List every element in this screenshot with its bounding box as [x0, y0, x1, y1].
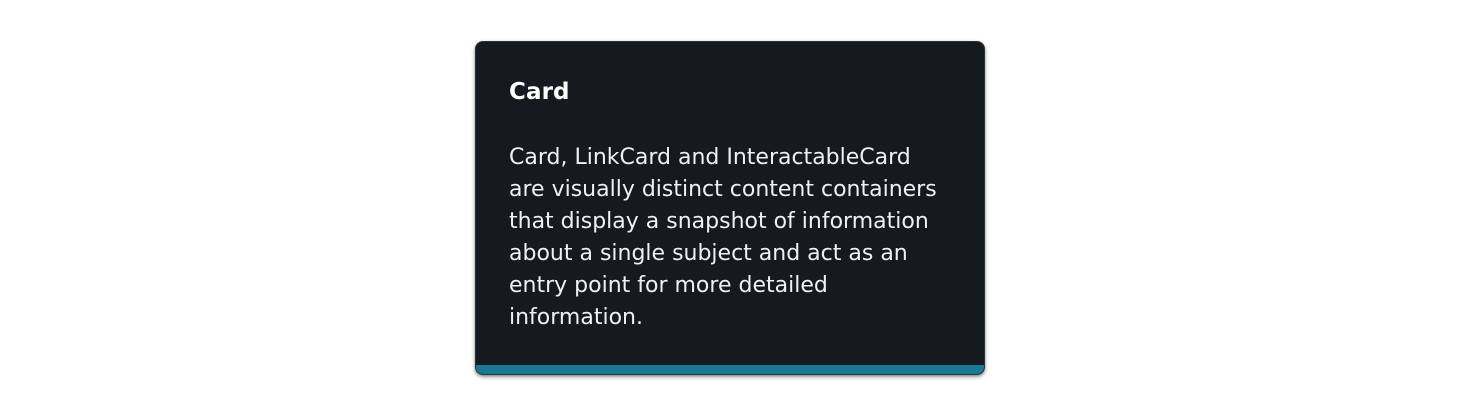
card-body: Card Card, LinkCard and InteractableCard… — [509, 76, 949, 334]
card-title: Card — [509, 79, 570, 105]
canvas: Card Card, LinkCard and InteractableCard… — [0, 0, 1460, 416]
card-description: Card, LinkCard and InteractableCard are … — [509, 145, 937, 330]
card-accent-bar — [476, 365, 984, 374]
card: Card Card, LinkCard and InteractableCard… — [475, 41, 985, 375]
